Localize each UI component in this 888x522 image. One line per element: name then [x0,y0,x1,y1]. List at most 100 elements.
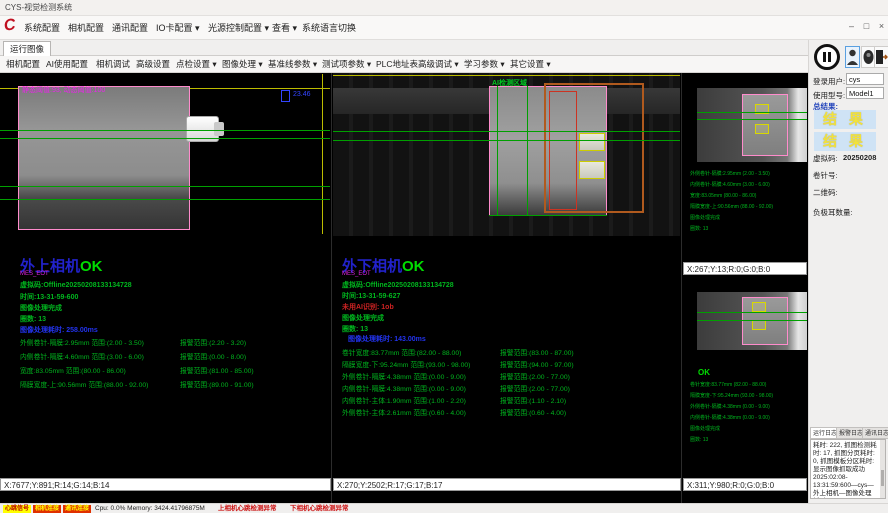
left-time-line: 时间:13-31-59-600 [20,292,78,302]
left-virtual-code-line: 虚拟码:Offline20250208133134728 [20,280,132,290]
menu-bar: C 系统配置 相机配置 通讯配置 IO卡配置 ▾ 光源控制配置 ▾ 查看 ▾ 系… [0,16,888,40]
minimize-button[interactable]: – [845,20,858,33]
alarm-range: 报警范围:(83.00 - 87.00) [500,347,574,357]
log-tab-comm[interactable]: 通讯日志 [862,427,888,439]
left-coordinate-bar: X:7677;Y:891;R:14;G:14;B:14 [0,478,331,491]
middle-process-time-line: 图像处理耗时: 143.00ms [348,334,426,344]
log-scrollbar[interactable] [880,440,885,498]
menu-light-config[interactable]: 光源控制配置 ▾ [208,16,269,40]
virtual-code-label: 虚拟码: [813,153,838,164]
tool-other-settings[interactable]: 其它设置 ▾ [510,56,551,73]
alarm-range: 报警范围:(81.00 - 85.00) [180,365,254,375]
pause-button[interactable] [814,44,840,70]
comm-conn-badge: 通讯连接 [63,505,91,513]
close-button[interactable]: × [875,20,888,33]
exit-button[interactable] [874,46,888,68]
middle-camera-sub-status: MES_EOT [342,271,371,277]
alarm-range: 报警范围:(1.10 - 2.10) [500,395,566,405]
middle-virtual-code-line: 虚拟码:Offline20250208133134728 [342,280,454,290]
menu-system-config[interactable]: 系统配置 [24,16,60,40]
menu-comm-config[interactable]: 通讯配置 [112,16,148,40]
ai-region-label: AI检测区域 [492,78,527,88]
user-login-button[interactable] [845,46,860,68]
left-process-done-line: 图像处理完成 [20,303,62,313]
app-logo-icon: C [3,16,17,35]
yellow-marker-box [755,124,769,134]
login-user-field[interactable]: cys [846,73,884,85]
tab-count-label: 负极耳数量: [813,207,853,218]
thumb-bottom-ok-status: OK [698,368,710,377]
alarm-range: 报警范围:(94.00 - 97.00) [500,359,574,369]
left-camera-image[interactable] [18,86,190,230]
login-user-label: 登录用户: [813,76,845,87]
left-turns-line: 圈数: 13 [20,314,46,324]
window-title: CYS-视觉检测系统 [5,3,72,12]
tool-adv-debug[interactable]: 高级调试 ▾ [418,56,459,73]
heartbeat-badge: 心跳信号 [3,505,31,513]
measurement-row: 外侧卷针-主体:2.61mm 范围:(0.60 - 4.00) [342,407,466,417]
measurement-row: 内侧卷针-主体:1.90mm 范围:(1.00 - 2.20) [342,395,466,405]
measurement-row: 外侧卷针-隔膜:2.95mm 范围:(2.00 - 3.50) [20,337,144,347]
measurement-row: 隔膜宽度-下:95.24mm 范围:(93.00 - 98.00) [342,359,470,369]
tool-camera-debug[interactable]: 相机调试 [96,56,130,73]
tool-advanced-set[interactable]: 高级设置 [136,56,170,73]
yellow-marker-box [752,320,766,330]
alarm-range: 报警范围:(2.00 - 77.00) [500,383,570,393]
needle-number-label: 卷针号: [813,170,838,181]
roi-red-box [549,91,577,210]
maximize-button[interactable]: □ [860,20,873,33]
thumb-top-coordinate-bar: X:267;Y:13;R:0;G:0;B:0 [683,262,807,275]
tab-strip: 运行图像 [0,40,808,56]
tool-image-process[interactable]: 图像处理 ▾ [222,56,263,73]
menu-view[interactable]: 查看 ▾ [272,16,297,40]
middle-process-done-line: 图像处理完成 [342,313,384,323]
alarm-range: 报警范围:(2.20 - 3.20) [180,337,246,347]
upper-camera-alert: 上相机心跳检测异常 [218,505,277,513]
result-badge-2: 结 果 [814,132,876,151]
menu-camera-config[interactable]: 相机配置 [68,16,104,40]
model-label: 使用型号: [813,90,845,101]
yellow-marker-box [752,302,766,312]
menu-language-switch[interactable]: 系统语言切换 [302,16,356,40]
tool-plc-table[interactable]: PLC地址表 [376,56,418,73]
camera-conn-badge: 相机连接 [33,505,61,513]
tab-cell-2 [579,161,605,179]
log-text-area[interactable]: 耗时: 222, 抓图检测耗时: 17, 抓图分页耗时: 0, 抓图模板分区耗时… [810,439,886,499]
middle-time-line: 时间:13-31-59-627 [342,291,400,301]
left-camera-sub-status: MES_EOT [20,271,49,277]
measurement-row: 外侧卷针-隔膜:4.38mm 范围:(0.00 - 9.00) [342,371,466,381]
lower-camera-alert: 下相机心跳检测异常 [290,505,349,513]
thumb-bottom-coordinate-bar: X:311;Y:980;R:0;G:0;B:0 [683,478,807,491]
tool-ai-config[interactable]: AI使用配置 [46,56,88,73]
tool-spot-check[interactable]: 点检设置 ▾ [176,56,217,73]
exit-door-icon [875,47,888,67]
pause-icon [823,52,826,62]
middle-camera-ok-status: OK [402,258,425,275]
measurement-row: 卷针宽度:83.77mm 范围:(82.00 - 88.00) [342,347,461,357]
blue-marker-box [281,90,290,102]
middle-coordinate-bar: X:270;Y:2502;R:17;G:17;B:17 [333,478,681,491]
model-select[interactable]: Model1 [846,87,884,99]
middle-turns-line: 圈数: 13 [342,324,368,334]
virtual-code-value: 20250208 [843,153,876,162]
alarm-range: 报警范围:(0.00 - 8.00) [180,351,246,361]
alarm-range: 报警范围:(2.00 - 77.00) [500,371,570,381]
app-window: CYS-视觉检测系统 C 系统配置 相机配置 通讯配置 IO卡配置 ▾ 光源控制… [0,0,888,522]
left-process-time-line: 图像处理耗时: 258.00ms [20,325,98,335]
title-bar: CYS-视觉检测系统 [0,0,888,16]
alarm-range: 报警范围:(89.00 - 91.00) [180,379,254,389]
menu-io-config[interactable]: IO卡配置 ▾ [156,16,200,40]
toolbar: 相机配置 AI使用配置 相机调试 高级设置 点检设置 ▾ 图像处理 ▾ 基准线参… [0,56,808,73]
measurement-row: 内侧卷针-隔膜:4.38mm 范围:(0.00 - 9.00) [342,383,466,393]
tool-learn-params[interactable]: 学习参数 ▾ [464,56,505,73]
tool-test-params[interactable]: 测试项参数 ▾ [322,56,371,73]
tool-baseline-params[interactable]: 基准线参数 ▾ [268,56,317,73]
tab-run-image[interactable]: 运行图像 [3,41,51,56]
alarm-range: 报警范围:(0.60 - 4.00) [500,407,566,417]
tab-cell-1 [579,133,605,151]
tool-camera-config[interactable]: 相机配置 [6,56,40,73]
left-camera-ok-status: OK [80,258,103,275]
measurement-row: 内侧卷针-隔膜:4.60mm 范围:(3.00 - 6.00) [20,351,144,361]
result-badge-1: 结 果 [814,110,876,129]
threshold-overlay-label: 静态阈值:93, 动态阈值:100 [22,85,105,95]
